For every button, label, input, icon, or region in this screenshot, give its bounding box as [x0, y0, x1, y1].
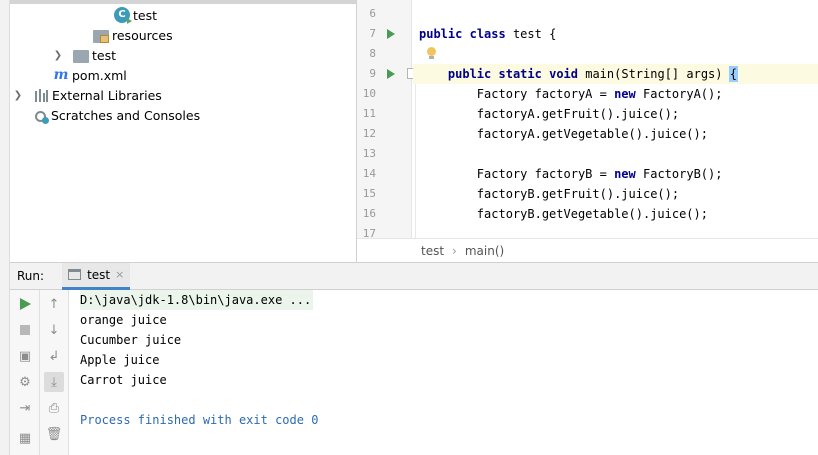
trash-icon: 🗑	[45, 426, 63, 442]
arrow-down-icon: ↓	[48, 322, 60, 338]
tree-item-external-libraries[interactable]: ❯ External Libraries	[11, 85, 162, 105]
code-line: public class test {	[419, 27, 557, 41]
console-command-line: D:\java\jdk-1.8\bin\java.exe ...	[80, 290, 314, 310]
line-number: 6	[369, 7, 376, 20]
console-line: Cucumber juice	[80, 333, 182, 347]
console-line: Apple juice	[80, 353, 160, 367]
print-button[interactable]: ⎙	[44, 398, 64, 418]
print-icon: ⎙	[48, 400, 60, 416]
breadcrumb: test › main()	[357, 238, 818, 262]
tree-item-label: External Libraries	[52, 87, 162, 103]
tree-item-test-folder[interactable]: ❯ test	[51, 45, 116, 65]
rerun-button[interactable]	[15, 294, 35, 314]
down-button[interactable]: ↓	[44, 320, 64, 340]
run-toolbar-primary: ▣ ⚙ ⇥ ▦	[10, 290, 40, 455]
layout-icon: ▦	[18, 430, 32, 446]
gear-icon: ⚙	[19, 374, 31, 390]
chevron-right-icon[interactable]: ❯	[51, 50, 65, 61]
scroll-to-end-icon: ⤓	[51, 374, 57, 390]
exit-icon: ⇥	[19, 400, 31, 416]
run-window-header: Run: test ×	[10, 262, 818, 290]
indent-guide	[415, 64, 416, 238]
breadcrumb-method[interactable]: main()	[465, 244, 504, 258]
camera-icon: ▣	[18, 348, 32, 364]
resources-folder-icon	[93, 29, 109, 43]
console-output[interactable]: D:\java\jdk-1.8\bin\java.exe ... orange j…	[70, 290, 818, 455]
breadcrumb-class[interactable]: test	[421, 244, 444, 258]
console-exit-message: Process finished with exit code 0	[80, 413, 319, 427]
code-line: Factory factoryB = new FactoryB();	[419, 167, 723, 181]
line-number: 10	[362, 87, 376, 100]
exit-button[interactable]: ⇥	[15, 398, 35, 418]
soft-wrap-button[interactable]: ↲	[44, 346, 64, 366]
project-tree-panel: C test resources ❯ test m pom.xml ❯ Exte…	[0, 0, 357, 262]
line-number: 16	[362, 207, 376, 220]
code-area[interactable]: public class test { public static void m…	[413, 0, 818, 238]
stop-button[interactable]	[15, 320, 35, 340]
arrow-up-icon: ↑	[48, 296, 60, 312]
tree-item-label: test	[92, 47, 117, 63]
line-number: 8	[369, 47, 376, 60]
code-line: factoryA.getVegetable().juice();	[419, 127, 708, 141]
layout-button[interactable]: ▦	[15, 428, 35, 448]
library-icon	[33, 87, 49, 103]
line-number: 15	[362, 187, 376, 200]
editor-gutter: 6 7 8 9 10 11 12 13 14 15 16 17	[357, 0, 416, 240]
line-number: 7	[369, 27, 376, 40]
tree-item-test-class[interactable]: C test	[114, 5, 157, 25]
code-line: factoryA.getFruit().juice();	[419, 107, 680, 121]
class-icon: C	[114, 7, 132, 24]
console-icon	[68, 269, 82, 280]
up-button[interactable]: ↑	[44, 294, 64, 314]
code-line: factoryB.getFruit().juice();	[419, 187, 680, 201]
chevron-right-icon[interactable]: ❯	[11, 90, 25, 101]
soft-wrap-icon: ↲	[48, 348, 60, 364]
line-number: 13	[362, 147, 376, 160]
settings-button[interactable]: ⚙	[15, 372, 35, 392]
tree-item-label: test	[133, 7, 158, 23]
tree-item-label: pom.xml	[72, 67, 127, 83]
tree-item-label: Scratches and Consoles	[51, 107, 201, 123]
project-tree-scroll-edge	[10, 0, 356, 4]
run-tool-stripe	[0, 262, 10, 455]
line-number: 12	[362, 127, 376, 140]
breadcrumb-separator-icon: ›	[452, 243, 457, 258]
project-tool-stripe	[0, 0, 10, 262]
lightbulb-icon[interactable]	[427, 47, 436, 59]
console-line: Carrot juice	[80, 373, 167, 387]
scroll-to-end-button[interactable]: ⤓	[44, 372, 64, 392]
code-line: public static void main(String[] args) {	[447, 66, 738, 82]
maven-icon: m	[53, 67, 69, 83]
tree-item-label: resources	[112, 27, 173, 43]
scratch-icon	[35, 110, 49, 124]
tab-run-test[interactable]: test ×	[62, 262, 131, 290]
play-icon	[19, 298, 31, 310]
console-line: orange juice	[80, 313, 167, 327]
tree-item-scratches[interactable]: Scratches and Consoles	[35, 105, 200, 125]
run-gutter-icon[interactable]	[387, 69, 395, 79]
tree-item-resources[interactable]: resources	[93, 25, 173, 45]
line-number: 9	[369, 67, 376, 80]
line-number: 11	[362, 107, 376, 120]
code-editor[interactable]: 6 7 8 9 10 11 12 13 14 15 16 17 public class test {…	[357, 0, 818, 262]
run-label: Run:	[17, 269, 45, 283]
clear-all-button[interactable]: 🗑	[44, 424, 64, 444]
run-tab-label: test	[87, 267, 111, 282]
line-number: 14	[362, 167, 376, 180]
code-line: Factory factoryA = new FactoryA();	[419, 87, 723, 101]
run-toolbar-secondary: ↑ ↓ ↲ ⤓ ⎙ 🗑	[40, 290, 69, 455]
code-line: factoryB.getVegetable().juice();	[419, 207, 708, 221]
tree-item-pom[interactable]: m pom.xml	[53, 65, 127, 85]
dump-threads-button[interactable]: ▣	[15, 346, 35, 366]
close-icon[interactable]: ×	[115, 268, 124, 281]
run-gutter-icon[interactable]	[387, 29, 395, 39]
stop-icon	[20, 325, 30, 335]
folder-icon	[73, 49, 89, 63]
